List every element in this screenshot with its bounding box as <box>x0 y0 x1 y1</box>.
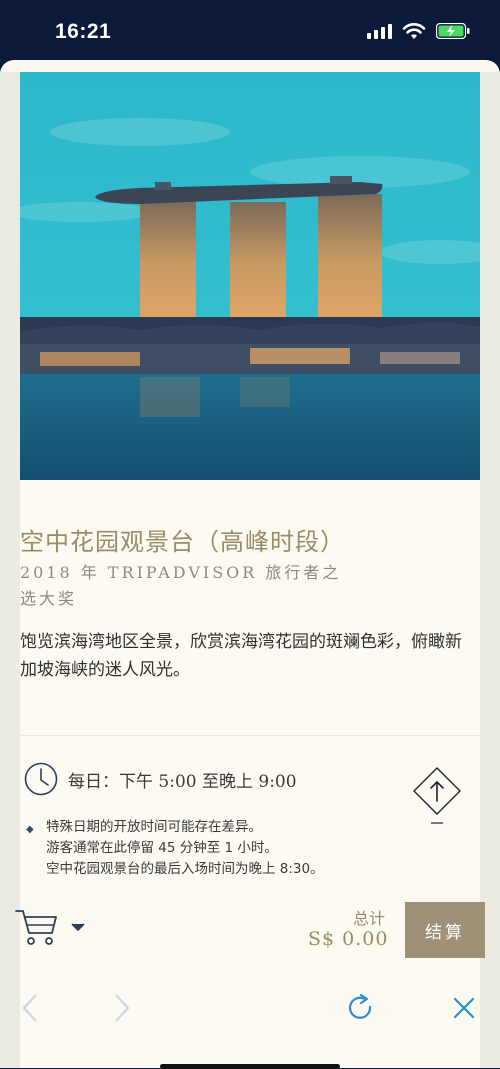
cart-toggle[interactable] <box>14 907 86 947</box>
status-icons <box>367 22 470 40</box>
clock-icon <box>24 762 58 796</box>
attraction-detail: 空中花园观景台（高峰时段） 2018 年 TRIPADVISOR 旅行者之选大奖… <box>15 72 485 1068</box>
forward-button[interactable] <box>104 990 140 1026</box>
opening-hours: 每日：下午 5:00 至晚上 9:00 <box>24 762 297 796</box>
divider <box>20 735 480 736</box>
bullet-icon: ◆ <box>26 824 34 835</box>
wifi-icon <box>402 23 426 39</box>
close-icon[interactable] <box>452 996 476 1020</box>
battery-charging-icon <box>436 23 470 39</box>
refresh-icon[interactable] <box>346 993 376 1023</box>
award-subtitle: 2018 年 TRIPADVISOR 旅行者之选大奖 <box>20 563 342 608</box>
checkout-button[interactable]: 结算 <box>405 902 485 958</box>
status-time: 16:21 <box>55 20 112 43</box>
back-icon[interactable] <box>20 993 40 1023</box>
attraction-title: 空中花园观景台（高峰时段） <box>20 528 345 556</box>
chevron-down-icon[interactable] <box>70 921 86 933</box>
back-button[interactable] <box>12 990 48 1026</box>
signal-icon <box>367 23 392 39</box>
hours-text: 每日：下午 5:00 至晚上 9:00 <box>68 771 297 792</box>
total-value: S$ 0.00 <box>308 928 389 950</box>
note-line: 空中花园观景台的最后入场时间为晚上 8:30。 <box>46 861 324 877</box>
total-label: 总计 <box>353 909 386 928</box>
forward-icon[interactable] <box>112 993 132 1023</box>
close-button[interactable] <box>446 990 482 1026</box>
note-line: 特殊日期的开放时间可能存在差异。 <box>46 819 262 835</box>
arrow-up-icon[interactable] <box>413 767 461 827</box>
attraction-description: 饱览滨海湾地区全景，欣赏滨海湾花园的斑斓色彩，俯瞰新加坡海峡的迷人风光。 <box>20 632 462 680</box>
browser-nav <box>20 990 480 1050</box>
hero-image-marina-bay-sands <box>20 72 480 480</box>
status-bar: 16:21 <box>0 0 500 66</box>
home-indicator <box>160 1064 340 1069</box>
refresh-button[interactable] <box>343 990 379 1026</box>
cart-icon[interactable] <box>14 907 58 947</box>
note-line: 游客通常在此停留 45 分钟至 1 小时。 <box>46 840 278 856</box>
